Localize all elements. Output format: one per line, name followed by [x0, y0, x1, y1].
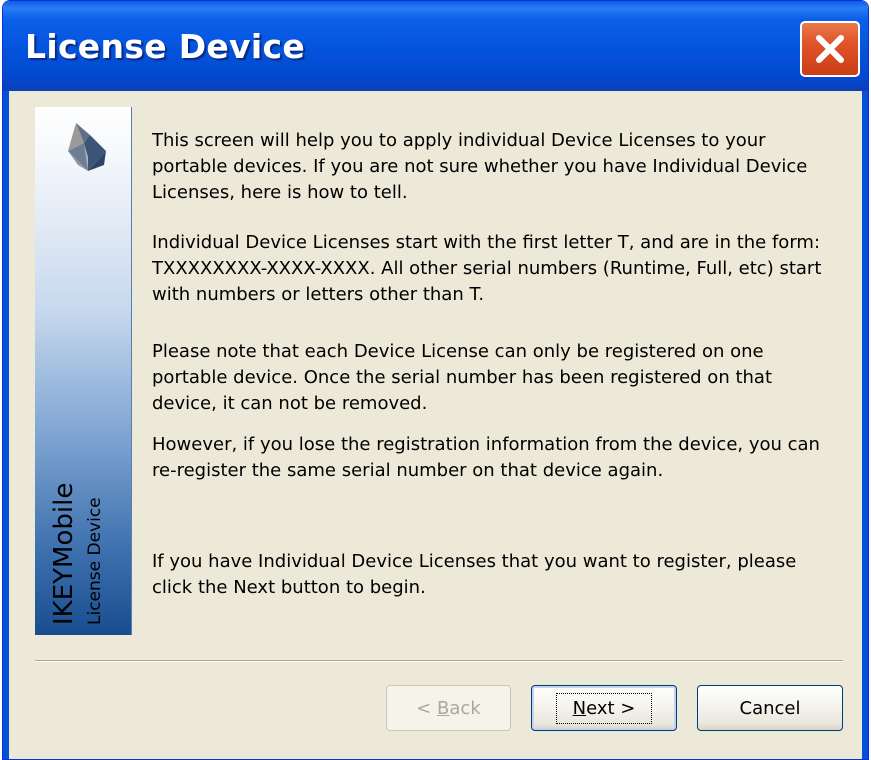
instructions: This screen will help you to apply indiv…	[152, 128, 842, 598]
instruction-paragraph-1: This screen will help you to apply indiv…	[152, 130, 808, 203]
instruction-paragraph-2: Individual Device Licenses start with th…	[152, 232, 822, 305]
instruction-paragraph-5: If you have Individual Device Licenses t…	[152, 551, 797, 598]
brand-name: IKEYMobile	[49, 482, 79, 625]
window-frame-right	[862, 91, 868, 759]
next-button[interactable]: Next >	[531, 685, 677, 731]
window-title: License Device	[25, 27, 306, 66]
back-button[interactable]: < Back	[386, 685, 511, 731]
title-bar[interactable]: License Device	[3, 1, 868, 91]
instruction-paragraph-4: However, if you lose the registration in…	[152, 434, 820, 481]
brand-subtitle: License Device	[85, 497, 105, 625]
close-icon	[816, 35, 844, 63]
next-label: Next >	[555, 692, 653, 724]
cancel-button[interactable]: Cancel	[697, 685, 843, 731]
button-divider	[35, 660, 843, 662]
side-banner: IKEYMobile License Device	[35, 107, 132, 635]
back-label: < Back	[416, 697, 481, 719]
instruction-paragraph-3: Please note that each Device License can…	[152, 341, 773, 414]
window-frame-left	[3, 91, 9, 759]
cancel-label: Cancel	[739, 697, 801, 719]
banner-text: IKEYMobile License Device	[35, 107, 132, 635]
close-button[interactable]	[800, 21, 860, 77]
